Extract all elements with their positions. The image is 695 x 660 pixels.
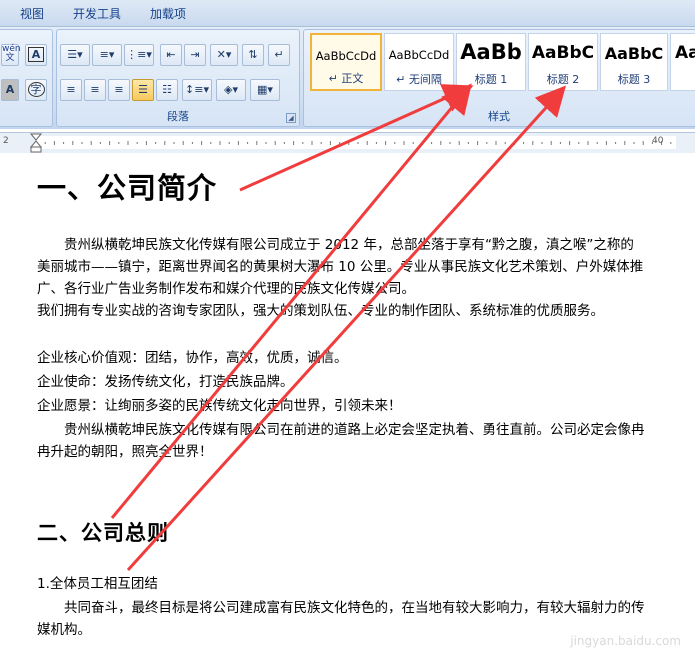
- sort-icon: ⇅: [248, 48, 258, 61]
- sort-button[interactable]: ⇅: [242, 44, 264, 66]
- menu-developer[interactable]: 开发工具: [73, 5, 121, 22]
- paragraph-group: ☰▾ ≡▾ ⋮≡▾ ⇤ ⇥ ✕▾ ⇅ ↵ ≡ ≡ ≡ ☰ ☷ ↕≡▾ ◈▾ ▦▾…: [56, 29, 300, 127]
- style-name: ↵ 正文: [328, 72, 364, 85]
- style-sample: Aa: [675, 43, 695, 63]
- heading-company-intro[interactable]: 一、公司简介: [37, 165, 217, 207]
- distributed-icon: ☷: [162, 83, 172, 96]
- ruler-ticks: [35, 141, 672, 145]
- paragraph-vision[interactable]: 企业愿景：让绚丽多姿的民族传统文化走向世界，引领未来！: [37, 395, 647, 417]
- dialog-launcher-icon: ◢: [288, 114, 294, 122]
- align-left-button[interactable]: ≡: [60, 79, 82, 101]
- paragraph-team[interactable]: 我们拥有专业实战的咨询专家团队，强大的策划队伍、专业的制作团队、系统标准的优质服…: [37, 300, 647, 322]
- justify-button[interactable]: ☰: [132, 79, 154, 101]
- show-marks-button[interactable]: ↵: [268, 44, 290, 66]
- style-name: 标题 2: [546, 73, 580, 86]
- multilevel-list-icon: ⋮≡▾: [126, 48, 152, 61]
- character-shading-button[interactable]: A: [1, 79, 19, 101]
- style-name: ↵ 无间隔: [396, 73, 442, 86]
- paragraph-values[interactable]: 企业核心价值观：团结，协作，高效，优质，诚信。: [37, 347, 647, 369]
- justify-icon: ☰: [138, 83, 148, 96]
- paragraph-outlook[interactable]: 贵州纵横乾坤民族文化传媒有限公司在前进的道路上必定会坚定执着、勇往直前。公司必定…: [37, 419, 647, 463]
- border-icon: ▦▾: [257, 83, 273, 96]
- enclose-characters-button[interactable]: 字: [25, 79, 47, 101]
- paragraph-dialog-launcher[interactable]: ◢: [286, 113, 296, 123]
- style-normal[interactable]: AaBbCcDd ↵ 正文: [310, 33, 382, 91]
- watermark: jingyan.baidu.com: [570, 634, 681, 648]
- ribbon: wén 文 A A 字 ☰▾ ≡▾ ⋮≡▾ ⇤ ⇥ ✕▾ ⇅ ↵ ≡ ≡ ≡ ☰ …: [0, 27, 695, 129]
- multilevel-list-button[interactable]: ⋮≡▾: [124, 44, 154, 66]
- phonetic-guide-icon: wén 文: [2, 44, 21, 63]
- numbering-button[interactable]: ≡▾: [92, 44, 122, 66]
- numbered-list-icon: ≡▾: [99, 48, 115, 61]
- increase-indent-button[interactable]: ⇥: [184, 44, 206, 66]
- style-heading-3[interactable]: AaBbC 标题 3: [600, 33, 668, 91]
- decrease-indent-button[interactable]: ⇤: [160, 44, 182, 66]
- styles-group-label: 样式: [488, 110, 510, 123]
- align-center-icon: ≡: [90, 83, 100, 96]
- style-sample: AaBbCcDd: [315, 49, 377, 63]
- paragraph-mission[interactable]: 企业使命：发扬传统文化，打造民族品牌。: [37, 371, 647, 393]
- bullet-list-icon: ☰▾: [67, 48, 83, 61]
- increase-indent-icon: ⇥: [190, 48, 200, 61]
- heading-company-rules[interactable]: 二、公司总则: [37, 517, 169, 547]
- paragraph-goal[interactable]: 共同奋斗，最终目标是将公司建成富有民族文化特色的，在当地有较大影响力，有较大辐射…: [37, 597, 647, 641]
- chinese-layout-icon: ✕▾: [216, 48, 232, 61]
- menu-addins[interactable]: 加载项: [150, 5, 186, 22]
- character-border-button[interactable]: A: [25, 44, 47, 66]
- ruler-label-right: 40: [652, 136, 664, 146]
- distributed-button[interactable]: ☷: [156, 79, 178, 101]
- style-title[interactable]: Aa: [670, 33, 695, 91]
- character-border-icon: A: [27, 47, 45, 62]
- list-item-unity[interactable]: 1.全体员工相互团结: [37, 572, 158, 592]
- menu-bar: 视图 开发工具 加载项: [0, 0, 695, 27]
- line-spacing-icon: ↕≡▾: [185, 83, 209, 96]
- paragraph-intro[interactable]: 贵州纵横乾坤民族文化传媒有限公司成立于 2012 年，总部坐落于享有“黔之腹，滇…: [37, 234, 647, 300]
- style-sample: AaBb: [460, 40, 522, 64]
- indent-marker-icon[interactable]: [30, 133, 42, 153]
- style-sample: AaBbC: [604, 44, 664, 63]
- decrease-indent-icon: ⇤: [166, 48, 176, 61]
- ruler-label-left: 2: [3, 136, 9, 146]
- style-name: 标题 3: [617, 73, 651, 86]
- enclose-characters-icon: 字: [27, 82, 45, 97]
- style-heading-1[interactable]: AaBb 标题 1: [456, 33, 526, 91]
- align-left-icon: ≡: [66, 83, 76, 96]
- pilcrow-icon: ↵: [274, 48, 284, 61]
- style-heading-2[interactable]: AaBbC 标题 2: [528, 33, 598, 91]
- style-sample: AaBbCcDd: [388, 48, 450, 62]
- chinese-layout-button[interactable]: ✕▾: [210, 44, 238, 66]
- align-right-button[interactable]: ≡: [108, 79, 130, 101]
- align-center-button[interactable]: ≡: [84, 79, 106, 101]
- line-spacing-button[interactable]: ↕≡▾: [182, 79, 212, 101]
- style-gallery: AaBbCcDd ↵ 正文 AaBbCcDd ↵ 无间隔 AaBb 标题 1 A…: [306, 33, 695, 93]
- style-sample: AaBbC: [531, 43, 595, 63]
- align-right-icon: ≡: [114, 83, 124, 96]
- borders-button[interactable]: ▦▾: [250, 79, 280, 101]
- paragraph-group-label: 段落: [167, 110, 189, 123]
- phonetic-guide-button[interactable]: wén 文: [1, 44, 21, 66]
- shading-button[interactable]: ◈▾: [216, 79, 246, 101]
- style-no-spacing[interactable]: AaBbCcDd ↵ 无间隔: [384, 33, 454, 91]
- horizontal-ruler[interactable]: 2 40: [0, 132, 695, 154]
- bullets-button[interactable]: ☰▾: [60, 44, 90, 66]
- style-name: 标题 1: [474, 73, 508, 86]
- paint-bucket-icon: ◈▾: [224, 83, 238, 96]
- menu-view[interactable]: 视图: [20, 5, 44, 22]
- character-shading-icon: A: [5, 83, 15, 96]
- font-group: wén 文 A A 字: [0, 29, 53, 127]
